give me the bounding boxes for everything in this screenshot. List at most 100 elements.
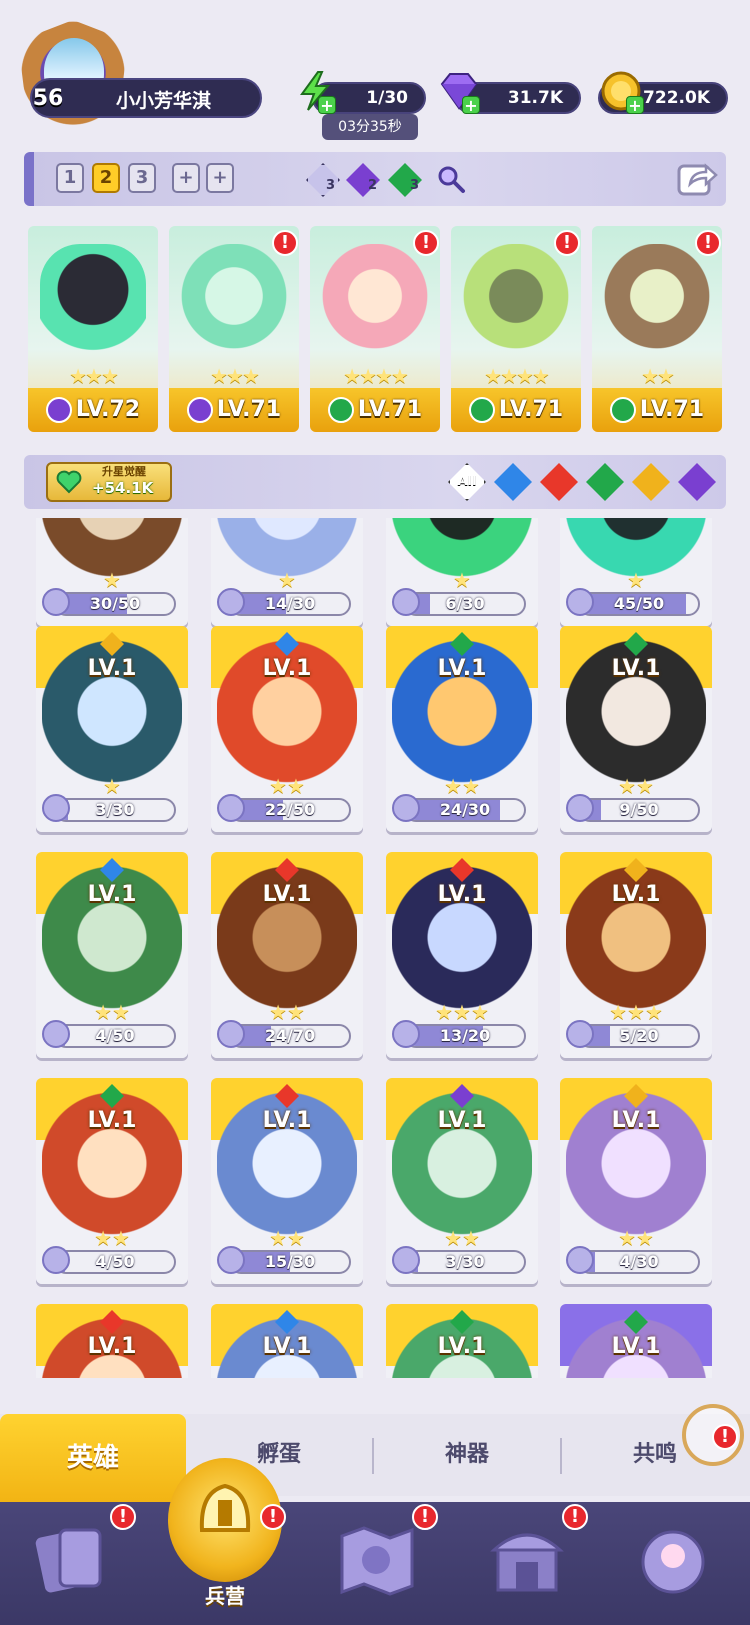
guild-icon[interactable] [630, 1516, 716, 1602]
fragment-icon [392, 1020, 420, 1048]
hero-level: LV.1 [611, 1334, 661, 1359]
hero-card[interactable]: LV.1 ★★★ 13/20 [386, 852, 538, 1058]
fragment-progress-bar: 30/50 [54, 592, 176, 616]
fragment-progress-bar: 45/50 [578, 592, 700, 616]
star-awaken-value: +54.1K [92, 479, 154, 497]
hero-card[interactable]: LV.1 ★★ 9/50 [560, 626, 712, 832]
team-tab-3[interactable]: 3 [128, 163, 156, 193]
team-tab-1[interactable]: 1 [56, 163, 84, 193]
fragment-count: 9/50 [619, 800, 659, 819]
faction-count-2: 2 [368, 178, 378, 193]
hero-card[interactable]: LV.1 ★★ 24/70 [211, 852, 363, 1058]
hero-level: LV.1 [87, 656, 137, 681]
alert-icon: ! [412, 1504, 438, 1530]
shop-icon[interactable] [484, 1516, 570, 1602]
hero-card[interactable]: LV.1 ★★★ 5/20 [560, 852, 712, 1058]
hero-card[interactable]: LV.1 ★★ 15/30 [211, 1078, 363, 1284]
fragment-count: 45/50 [613, 594, 665, 613]
team-member-card[interactable]: ★★★★ LV.71 [310, 226, 440, 432]
heart-icon [56, 470, 82, 494]
hero-level: LV.1 [262, 1108, 312, 1133]
hero-card[interactable]: ★ 6/30 [386, 518, 538, 626]
fragment-icon [392, 588, 420, 616]
alert-icon: ! [562, 1504, 588, 1530]
hero-card[interactable]: LV.1 [36, 1304, 188, 1378]
alert-icon: ! [413, 230, 439, 256]
gem-plus-icon[interactable]: + [462, 96, 480, 114]
hero-card[interactable]: LV.1 [211, 1304, 363, 1378]
hero-level: LV.1 [611, 656, 661, 681]
hero-card[interactable]: LV.1 ★★ 3/30 [386, 1078, 538, 1284]
hero-portrait [463, 244, 569, 374]
hero-card[interactable]: LV.1 [386, 1304, 538, 1378]
share-icon[interactable] [676, 158, 718, 198]
hero-level: LV.1 [437, 656, 487, 681]
hero-portrait [40, 244, 146, 374]
faction-count-1: 3 [326, 178, 336, 193]
hero-level: LV.1 [87, 1108, 137, 1133]
team-tab-2[interactable]: 2 [92, 163, 120, 193]
fragment-icon [217, 794, 245, 822]
gold-plus-icon[interactable]: + [626, 96, 644, 114]
hero-card[interactable]: LV.1 ★ 3/30 [36, 626, 188, 832]
hero-stars: ★★★★ [343, 364, 409, 388]
hero-portrait [604, 244, 710, 374]
fragment-count: 13/20 [439, 1026, 491, 1045]
fragment-count: 15/30 [264, 1252, 316, 1271]
fragment-icon [217, 1246, 245, 1274]
energy-timer: 03分35秒 [322, 114, 418, 140]
fragment-icon [566, 588, 594, 616]
hero-card[interactable]: LV.1 ★★ 24/30 [386, 626, 538, 832]
hero-card[interactable]: ★ 30/50 [36, 518, 188, 626]
fragment-progress-bar: 9/50 [578, 798, 700, 822]
team-member-card[interactable]: ★★ LV.71 [592, 226, 722, 432]
fragment-icon [217, 1020, 245, 1048]
player-level: 56 [32, 86, 64, 111]
hero-card[interactable]: ★ 45/50 [560, 518, 712, 626]
fragment-progress-bar: 4/50 [54, 1250, 176, 1274]
nature-element-icon [610, 397, 636, 423]
alert-icon: ! [695, 230, 721, 256]
dark-element-icon [187, 397, 213, 423]
star-awaken-label: 升星觉醒 [102, 465, 146, 478]
hero-grid[interactable]: ★ 30/50 ★ 14/30 ★ 6/30 ★ 45/50 LV.1 ★ 3/30 LV.1 ★★ 22… [36, 518, 726, 1378]
fragment-count: 4/50 [95, 1026, 135, 1045]
hero-stars: ★★ [641, 364, 675, 388]
fragment-progress-bar: 22/50 [229, 798, 351, 822]
search-icon[interactable] [436, 164, 466, 194]
fragment-count: 14/30 [264, 594, 316, 613]
team-member-card[interactable]: ★★★ LV.72 [28, 226, 158, 432]
filter-all-label: All [457, 474, 477, 489]
fragment-icon [566, 1246, 594, 1274]
fragment-progress-bar: 5/20 [578, 1024, 700, 1048]
fragment-count: 24/70 [264, 1026, 316, 1045]
hero-level: LV.1 [87, 1334, 137, 1359]
alert-icon: ! [712, 1424, 738, 1450]
energy-plus-icon[interactable]: + [318, 96, 336, 114]
fragment-icon [392, 794, 420, 822]
team-tab-add-2[interactable]: + [206, 163, 234, 193]
cards-icon[interactable] [30, 1516, 116, 1602]
fragment-progress-bar: 24/30 [404, 798, 526, 822]
hero-card[interactable]: ★ 14/30 [211, 518, 363, 626]
fragment-progress-bar: 13/20 [404, 1024, 526, 1048]
hero-card[interactable]: LV.1 [560, 1304, 712, 1378]
hero-stars: ★★★★ [484, 364, 550, 388]
tab-hero[interactable]: 英雄 [0, 1414, 186, 1502]
map-icon[interactable] [334, 1516, 420, 1602]
hero-level: LV.1 [611, 882, 661, 907]
fragment-progress-bar: 24/70 [229, 1024, 351, 1048]
hero-card[interactable]: LV.1 ★★ 22/50 [211, 626, 363, 832]
hero-stars: ★★★ [210, 364, 260, 388]
team-member-card[interactable]: ★★★ LV.71 [169, 226, 299, 432]
hero-card[interactable]: LV.1 ★★ 4/30 [560, 1078, 712, 1284]
hero-card[interactable]: LV.1 ★★ 4/50 [36, 1078, 188, 1284]
team-tab-add-1[interactable]: + [172, 163, 200, 193]
hero-level: LV.1 [437, 1334, 487, 1359]
tab-artifact[interactable]: 神器 [374, 1414, 560, 1496]
hero-card[interactable]: LV.1 ★★ 4/50 [36, 852, 188, 1058]
fragment-progress-bar: 14/30 [229, 592, 351, 616]
dark-element-icon [46, 397, 72, 423]
team-member-card[interactable]: ★★★★ LV.71 [451, 226, 581, 432]
fragment-icon [42, 794, 70, 822]
